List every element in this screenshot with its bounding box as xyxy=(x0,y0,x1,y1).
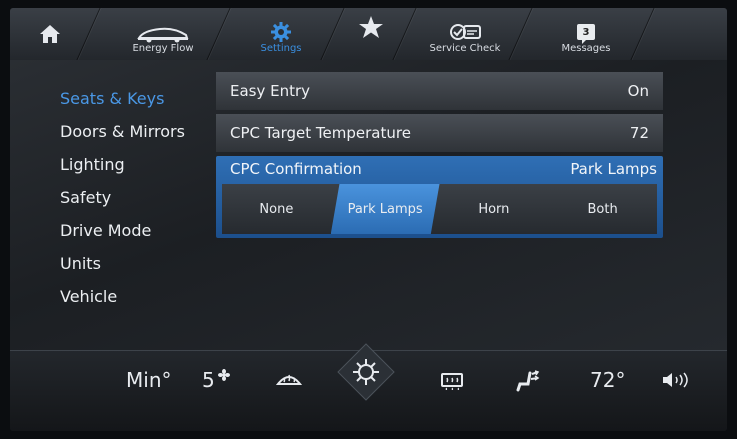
energy-flow-button[interactable]: Energy Flow xyxy=(118,8,208,60)
sidebar-item-doors-mirrors[interactable]: Doors & Mirrors xyxy=(60,115,185,148)
settings-sidebar: Seats & Keys Doors & Mirrors Lighting Sa… xyxy=(60,82,185,313)
option-none[interactable]: None xyxy=(222,184,331,234)
message-icon: 3 xyxy=(577,24,595,44)
speaker-icon xyxy=(663,372,688,388)
cpc-target-temp-row[interactable]: CPC Target Temperature 72 xyxy=(216,114,663,152)
fan-icon xyxy=(217,369,230,381)
easy-entry-row[interactable]: Easy Entry On xyxy=(216,72,663,110)
temperature-button[interactable]: 72° xyxy=(590,368,625,392)
fan-speed-button[interactable]: 5 xyxy=(202,368,230,392)
cpc-confirmation-label: CPC Confirmation xyxy=(230,160,362,178)
front-defrost-icon xyxy=(276,374,302,385)
service-check-icon xyxy=(450,24,481,40)
temperature-value: 72° xyxy=(590,368,626,392)
option-park-lamps[interactable]: Park Lamps xyxy=(330,184,440,234)
sidebar-item-safety[interactable]: Safety xyxy=(60,181,185,214)
cpc-confirmation-group: CPC Confirmation Park Lamps None Park La… xyxy=(216,156,663,238)
messages-button[interactable]: 3 Messages xyxy=(548,8,624,60)
favorites-button[interactable] xyxy=(354,8,388,60)
cpc-confirmation-row[interactable]: CPC Confirmation Park Lamps xyxy=(216,156,663,182)
easy-entry-label: Easy Entry xyxy=(230,82,311,100)
easy-entry-value: On xyxy=(627,82,649,100)
gear-icon xyxy=(271,22,291,42)
climate-bar: Min° 5 72° xyxy=(10,343,727,431)
sidebar-item-vehicle[interactable]: Vehicle xyxy=(60,280,185,313)
messages-count: 3 xyxy=(582,26,590,38)
screen-frame: Energy Flow Settings Service Check 3 Mes… xyxy=(10,8,727,431)
front-defrost-button[interactable] xyxy=(276,370,302,390)
service-check-label: Service Check xyxy=(429,43,501,54)
volume-button[interactable] xyxy=(662,372,690,388)
home-button[interactable] xyxy=(32,8,68,60)
seat-airflow-icon xyxy=(516,370,540,392)
option-both[interactable]: Both xyxy=(548,184,657,234)
option-horn[interactable]: Horn xyxy=(440,184,549,234)
energy-flow-label: Energy Flow xyxy=(132,43,194,54)
settings-button[interactable]: Settings xyxy=(246,8,316,60)
cpc-confirmation-value: Park Lamps xyxy=(570,160,657,178)
star-icon xyxy=(359,16,383,38)
rear-defrost-button[interactable] xyxy=(440,372,464,390)
cpc-target-temp-value: 72 xyxy=(629,124,649,142)
rear-defrost-icon xyxy=(441,373,463,390)
climate-menu-button[interactable] xyxy=(336,342,396,402)
sidebar-item-units[interactable]: Units xyxy=(60,247,185,280)
settings-main: Seats & Keys Doors & Mirrors Lighting Sa… xyxy=(10,60,727,350)
messages-label: Messages xyxy=(561,43,611,54)
cpc-confirmation-options: None Park Lamps Horn Both xyxy=(222,184,657,234)
sidebar-item-lighting[interactable]: Lighting xyxy=(60,148,185,181)
top-nav-bar: Energy Flow Settings Service Check 3 Mes… xyxy=(10,8,727,60)
sidebar-item-drive-mode[interactable]: Drive Mode xyxy=(60,214,185,247)
min-temp-button[interactable]: Min° xyxy=(126,368,172,392)
sidebar-item-seats-keys[interactable]: Seats & Keys xyxy=(60,82,185,115)
air-recirculation-button[interactable] xyxy=(514,370,540,392)
home-icon xyxy=(40,25,60,43)
service-check-button[interactable]: Service Check xyxy=(422,8,508,60)
settings-panel: Easy Entry On CPC Target Temperature 72 … xyxy=(216,72,663,238)
min-temp-label: Min° xyxy=(126,368,172,392)
fan-level: 5 xyxy=(202,368,215,392)
settings-label: Settings xyxy=(260,43,302,54)
cpc-target-temp-label: CPC Target Temperature xyxy=(230,124,411,142)
car-icon xyxy=(137,27,189,43)
